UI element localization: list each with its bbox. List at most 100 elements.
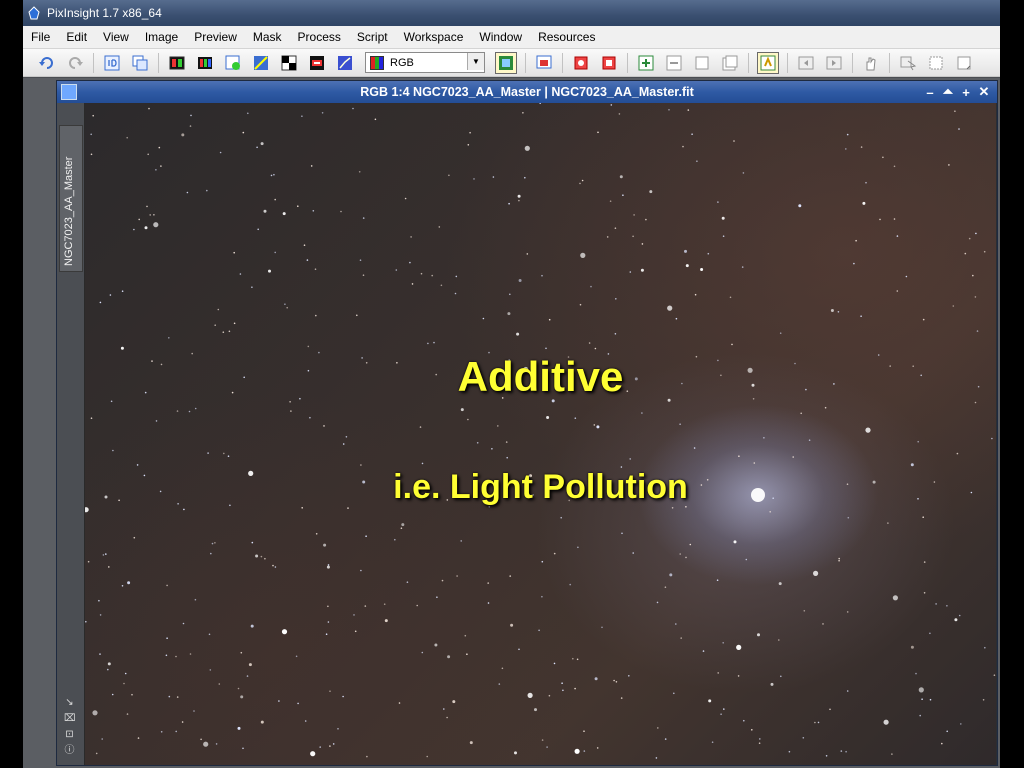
new-preview-button[interactable] (223, 53, 243, 73)
shade-icon[interactable]: ⏶ (939, 84, 957, 100)
menu-view[interactable]: View (95, 27, 137, 47)
zoom-tool-icon (929, 56, 943, 69)
identifier-button[interactable] (102, 53, 122, 73)
mask-show-button[interactable] (534, 53, 554, 73)
pixinsight-window: PixInsight 1.7 x86_64 File Edit View Ima… (23, 0, 1000, 768)
side-tab-icons: ↘ ⌧ ⊡ ⓘ (64, 697, 76, 757)
menu-file[interactable]: File (23, 27, 58, 47)
dropdown-arrow-icon: ▼ (467, 53, 484, 70)
clone-button[interactable] (130, 53, 150, 73)
undo-icon (39, 56, 53, 69)
overlay-sub-text: i.e. Light Pollution (393, 468, 688, 506)
window-controls: – ⏶ + ✕ (921, 81, 993, 103)
rgb-channels-icon (198, 56, 212, 69)
menu-image[interactable]: Image (137, 27, 186, 47)
previous-button[interactable] (796, 53, 816, 73)
image-window-title-bar[interactable]: RGB 1:4 NGC7023_AA_Master | NGC7023_AA_M… (57, 81, 997, 103)
toolbar-separator (525, 52, 526, 73)
toolbar-separator (93, 52, 94, 73)
menu-workspace[interactable]: Workspace (396, 27, 472, 47)
rgb-swatch-icon (370, 55, 384, 70)
toolbar-separator (748, 52, 749, 73)
star-mask-button[interactable] (251, 53, 271, 73)
toolbar-separator (787, 52, 788, 73)
menu-script[interactable]: Script (349, 27, 396, 47)
menu-bar: File Edit View Image Preview Mask Proces… (23, 26, 1000, 49)
color-mode-value: RGB (390, 56, 414, 69)
app-title: PixInsight 1.7 x86_64 (47, 6, 162, 20)
readout-button[interactable] (757, 51, 779, 74)
minimize-icon[interactable]: – (921, 85, 939, 100)
color-mode-select[interactable]: RGB ▼ (365, 52, 485, 73)
statistics-button[interactable] (335, 53, 355, 73)
redo-button[interactable] (65, 53, 85, 73)
invert-icon (281, 55, 297, 70)
image-window-title: RGB 1:4 NGC7023_AA_Master | NGC7023_AA_M… (360, 85, 694, 99)
starfield (85, 103, 996, 759)
next-button[interactable] (824, 53, 844, 73)
rgb-channels-button[interactable] (195, 53, 215, 73)
stf-button[interactable] (495, 51, 517, 74)
star-mask-icon (254, 55, 268, 70)
preview-tab-icon[interactable]: ⊡ (64, 729, 75, 741)
toolbar-separator (627, 52, 628, 73)
menu-resources[interactable]: Resources (530, 27, 603, 47)
new-image-button[interactable] (167, 53, 187, 73)
invert-button[interactable] (279, 53, 299, 73)
image-window[interactable]: RGB 1:4 NGC7023_AA_Master | NGC7023_AA_M… (56, 80, 998, 766)
new-preview-icon (225, 55, 240, 70)
info-tab-icon[interactable]: ⓘ (64, 745, 75, 757)
zoom-1-1-icon (695, 56, 709, 69)
view-identifier-label: NGC7023_AA_Master (63, 156, 75, 266)
zoom-1-1-button[interactable] (692, 53, 712, 73)
readout-mode-button[interactable] (898, 53, 918, 73)
toolbar-separator (158, 52, 159, 73)
close-icon[interactable]: ✕ (975, 84, 993, 100)
next-icon (826, 56, 842, 69)
undo-button[interactable] (37, 53, 57, 73)
maximize-icon[interactable]: + (957, 85, 975, 100)
zoom-out-button[interactable] (664, 53, 684, 73)
menu-edit[interactable]: Edit (58, 27, 95, 47)
previous-icon (798, 56, 814, 69)
new-image-icon (169, 56, 185, 69)
clone-icon (132, 55, 148, 70)
mask-enable-icon (574, 56, 588, 69)
menu-preview[interactable]: Preview (186, 27, 245, 47)
workspace: RGB 1:4 NGC7023_AA_Master | NGC7023_AA_M… (23, 78, 1000, 768)
statistics-icon (338, 55, 352, 70)
image-side-tabs: NGC7023_AA_Master ↘ ⌧ ⊡ ⓘ (57, 103, 85, 765)
overlay-main-text: Additive (457, 353, 624, 400)
mask-tab-icon[interactable]: ⌧ (64, 713, 76, 725)
edit-preview-icon (957, 56, 971, 69)
mask-enable-button[interactable] (571, 53, 591, 73)
mask-invert-icon (602, 56, 616, 69)
fit-view-icon (722, 55, 738, 70)
hand-tool-icon (866, 57, 876, 70)
mask-invert-button[interactable] (599, 53, 619, 73)
toolbar-separator (852, 52, 853, 73)
pixinsight-logo-icon (28, 6, 40, 20)
fit-view-button[interactable] (720, 53, 740, 73)
menu-process[interactable]: Process (290, 27, 349, 47)
menu-mask[interactable]: Mask (245, 27, 290, 47)
menu-window[interactable]: Window (471, 27, 530, 47)
swap-icon (310, 55, 324, 70)
zoom-in-button[interactable] (636, 53, 656, 73)
zoom-out-icon (666, 55, 682, 70)
redo-icon (69, 56, 83, 69)
view-identifier-tab[interactable]: NGC7023_AA_Master (59, 125, 83, 272)
edit-preview-button[interactable] (954, 53, 974, 73)
toolbar-separator (889, 52, 890, 73)
image-canvas[interactable]: Additive i.e. Light Pollution (85, 103, 996, 765)
zoom-in-icon (638, 55, 654, 70)
mask-show-icon (536, 55, 552, 68)
swap-button[interactable] (307, 53, 327, 73)
hand-tool-button[interactable] (861, 53, 881, 73)
identifier-icon (104, 55, 120, 70)
toolbar-separator (562, 52, 563, 73)
zoom-tool-button[interactable] (926, 53, 946, 73)
toolbar: RGB ▼ (23, 49, 1000, 77)
arrow-icon[interactable]: ↘ (64, 697, 75, 709)
image-window-icon (61, 84, 77, 100)
